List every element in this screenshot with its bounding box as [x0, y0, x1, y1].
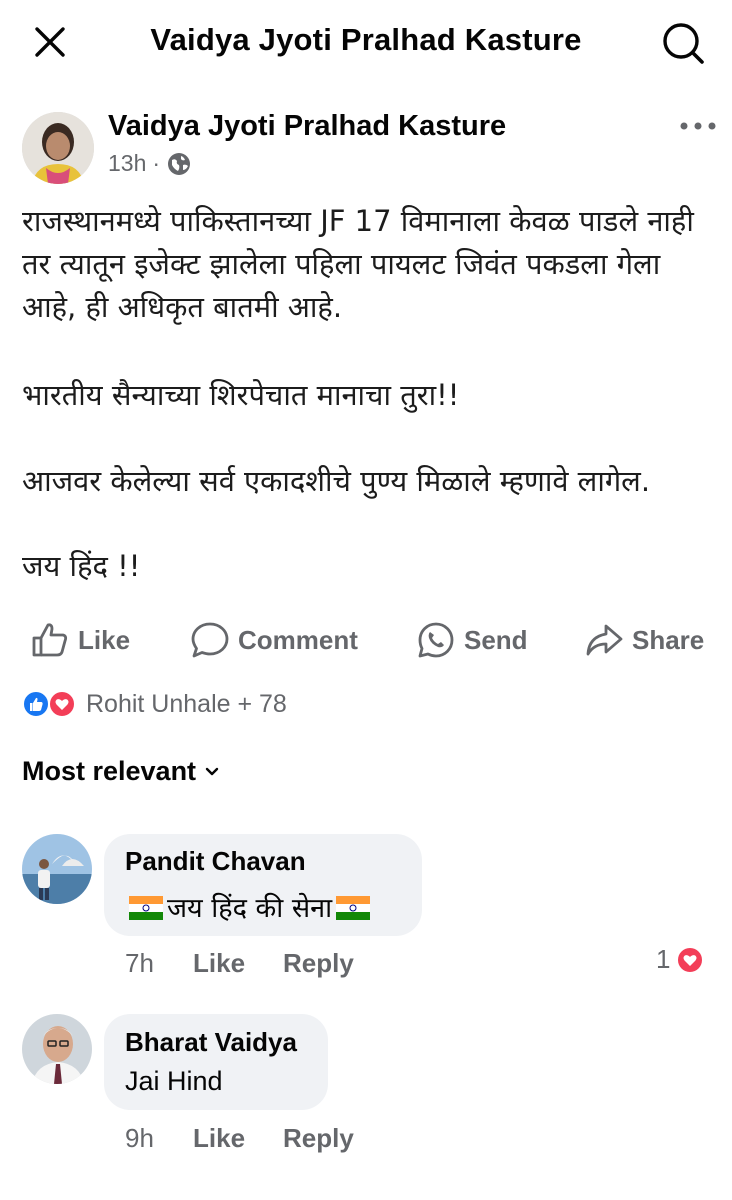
thumbs-up-icon	[32, 623, 68, 657]
reaction-icons	[22, 689, 80, 719]
comment-reply-button[interactable]: Reply	[283, 948, 354, 979]
share-label: Share	[632, 624, 705, 655]
like-label: Like	[78, 624, 131, 655]
post-meta: 13h ·	[108, 150, 192, 177]
like-button[interactable]: Like	[30, 612, 130, 668]
comment-text: Jai Hind	[125, 1066, 223, 1096]
author-name[interactable]: Vaidya Jyoti Pralhad Kasture	[108, 110, 506, 143]
meta-separator: ·	[152, 150, 161, 176]
comment-icon	[191, 622, 229, 658]
commenter-avatar[interactable]	[22, 1014, 92, 1084]
like-reaction-icon	[22, 690, 50, 718]
comment-text-body: जय हिंद की सेना	[167, 893, 333, 924]
post-detail-page: Vaidya Jyoti Pralhad Kasture Vaidya Jyot…	[0, 0, 732, 1200]
post-paragraph: भारतीय सैन्याच्या शिरपेचात मानाचा तुरा!!	[22, 378, 460, 412]
post-paragraph: जय हिंद !!	[22, 549, 141, 583]
comment-time: 7h	[125, 948, 154, 978]
india-flag-icon	[129, 896, 163, 920]
reaction-summary[interactable]: Rohit Unhale + 78	[22, 686, 287, 722]
reaction-names: Rohit Unhale + 78	[86, 689, 287, 718]
more-options-icon[interactable]	[678, 112, 718, 140]
post-paragraph: राजस्थानमध्ये पाकिस्तानच्या JF 17 विमाना…	[22, 204, 694, 324]
love-reaction-icon	[676, 945, 705, 974]
comment-label: Comment	[238, 624, 358, 655]
comment-sort-dropdown[interactable]: Most relevant	[22, 756, 220, 787]
love-reaction-icon	[48, 690, 76, 718]
comment-like-button[interactable]: Like	[193, 948, 245, 979]
page-title: Vaidya Jyoti Pralhad Kasture	[150, 22, 582, 57]
top-bar: Vaidya Jyoti Pralhad Kasture	[0, 0, 732, 82]
send-button[interactable]: Send	[416, 612, 528, 668]
sort-label: Most relevant	[22, 756, 197, 786]
chevron-down-icon	[205, 767, 219, 775]
comment-button[interactable]: Comment	[190, 612, 358, 668]
commenter-name[interactable]: Bharat Vaidya	[125, 1027, 297, 1058]
india-flag-icon	[336, 896, 371, 920]
globe-icon	[168, 152, 191, 175]
search-icon[interactable]	[660, 20, 706, 66]
whatsapp-icon	[418, 622, 454, 658]
post-action-bar: Like Comment Send Share	[0, 612, 732, 668]
author-avatar[interactable]	[22, 112, 94, 184]
comment-meta: 9h Like Reply	[125, 1123, 525, 1155]
comment-reply-button[interactable]: Reply	[283, 1123, 354, 1154]
comment-text: जय हिंद की सेना	[125, 888, 374, 925]
comment-reaction-count[interactable]: 1	[656, 944, 705, 975]
share-icon	[586, 624, 623, 656]
commenter-name[interactable]: Pandit Chavan	[125, 846, 306, 877]
send-label: Send	[464, 624, 528, 655]
comment-meta: 7h Like Reply	[125, 948, 525, 980]
post-paragraph: आजवर केलेल्या सर्व एकादशीचे पुण्य मिळाले…	[22, 464, 651, 498]
commenter-avatar[interactable]	[22, 834, 92, 904]
post-time[interactable]: 13h	[108, 150, 146, 177]
comment-like-button[interactable]: Like	[193, 1123, 245, 1154]
comment-time: 9h	[125, 1123, 154, 1153]
share-button[interactable]: Share	[584, 612, 704, 668]
reaction-count-number: 1	[656, 944, 671, 974]
